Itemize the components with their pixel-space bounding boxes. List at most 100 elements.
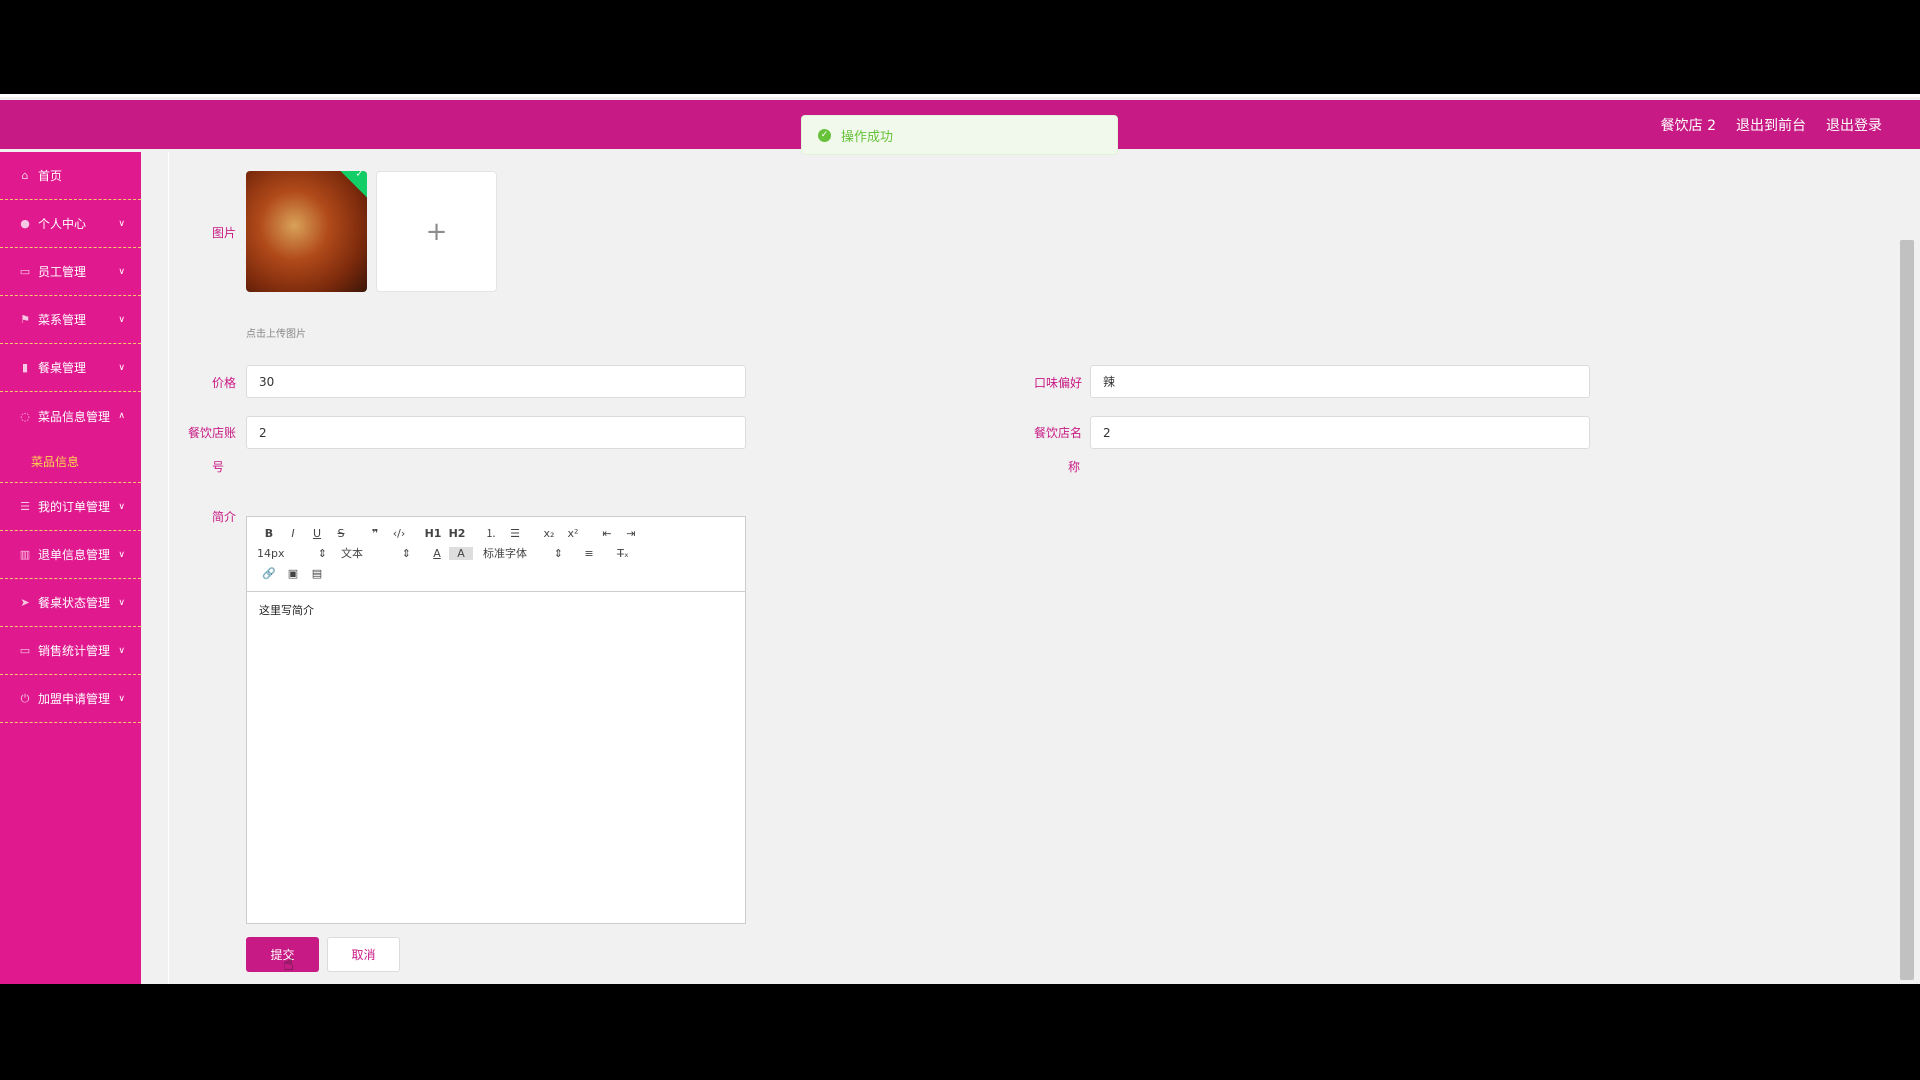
clipboard-icon: ▮: [21, 361, 29, 374]
header-2-icon[interactable]: H2: [445, 527, 469, 540]
font-size-select[interactable]: 14px ⇕: [257, 547, 327, 560]
chevron-down-icon: ∨: [118, 362, 125, 373]
letterbox-bottom: [0, 984, 1920, 1080]
strike-icon[interactable]: S: [329, 527, 353, 540]
sidebar-item-tables[interactable]: ▮ 餐桌管理 ∨: [0, 344, 141, 392]
cancel-button[interactable]: 取消: [327, 937, 400, 972]
superscript-icon[interactable]: x²: [561, 527, 585, 540]
link-icon[interactable]: 🔗: [257, 567, 281, 580]
sidebar-item-label: 个人中心: [38, 217, 87, 231]
sidebar-item-personal-center[interactable]: ● 个人中心 ∨: [0, 200, 141, 248]
chevron-up-icon: ∧: [118, 411, 125, 421]
video-icon[interactable]: ▤: [305, 567, 329, 580]
sidebar-item-label: 菜系管理: [38, 313, 87, 327]
chevron-down-icon: ∨: [118, 314, 125, 325]
sidebar-item-cuisine[interactable]: ⚑ 菜系管理 ∨: [0, 296, 141, 344]
sidebar-item-sales-stats[interactable]: ▭ 销售统计管理 ∨: [0, 627, 141, 675]
select-arrows-icon: ⇕: [317, 546, 327, 560]
bell-icon: ◌: [20, 409, 30, 423]
toolbar-row-3: 🔗 ▣ ▤: [257, 567, 329, 580]
sidebar-item-dish-info[interactable]: ◌ 菜品信息管理 ∧: [0, 392, 141, 440]
power-icon: ⏻: [20, 691, 30, 705]
underline-icon[interactable]: U: [305, 527, 329, 540]
chevron-down-icon: ∨: [118, 645, 125, 656]
sidebar-item-label: 餐桌管理: [38, 361, 87, 375]
italic-icon[interactable]: I: [281, 527, 305, 540]
shop-account-label: 餐饮店账: [187, 426, 236, 440]
toast-message: 操作成功: [841, 129, 894, 145]
bold-icon[interactable]: B: [257, 527, 281, 540]
shop-name-value: 2: [1103, 425, 1111, 440]
blockquote-icon[interactable]: ❞: [363, 527, 387, 540]
shop-name-input[interactable]: 2: [1090, 416, 1590, 449]
plus-icon: +: [425, 216, 448, 247]
sidebar-item-label: 销售统计管理: [38, 644, 111, 658]
text-style-select[interactable]: 文本 ⇕: [341, 545, 411, 561]
chevron-down-icon: ∨: [118, 266, 125, 277]
upload-success-badge: ✓: [339, 171, 367, 198]
text-style-value: 文本: [341, 547, 363, 560]
sidebar-item-my-orders[interactable]: ☰ 我的订单管理 ∨: [0, 483, 141, 531]
sidebar-item-table-status[interactable]: ➤ 餐桌状态管理 ∨: [0, 579, 141, 627]
indent-left-icon[interactable]: ⇤: [595, 527, 619, 540]
check-circle-icon: ✓: [818, 128, 831, 142]
editor-content[interactable]: 这里写简介: [247, 592, 745, 628]
sidebar: ⌂ 首页 ● 个人中心 ∨ ▭ 员工管理 ∨ ⚑ 菜系管理 ∨ ▮ 餐桌管理 ∨…: [0, 152, 141, 984]
card-icon: ▭: [19, 265, 31, 278]
sidebar-item-staff[interactable]: ▭ 员工管理 ∨: [0, 248, 141, 296]
subscript-icon[interactable]: x₂: [537, 527, 561, 540]
sidebar-item-label: 我的订单管理: [38, 500, 111, 514]
shop-name-label: 餐饮店名: [1033, 426, 1082, 440]
font-color-icon[interactable]: A: [425, 547, 449, 560]
toolbar-row-1: B I U S ❞ ‹/› H1 H2 ⒈ ☰ x₂ x² ⇤ ⇥: [257, 525, 643, 541]
taste-label: 口味偏好: [1033, 376, 1082, 390]
flag-icon: ⚑: [20, 313, 30, 326]
uploaded-dish-image[interactable]: ✓: [246, 171, 367, 292]
sidebar-item-label: 员工管理: [38, 265, 87, 279]
rich-text-editor[interactable]: B I U S ❞ ‹/› H1 H2 ⒈ ☰ x₂ x² ⇤ ⇥ 14px ⇕: [246, 516, 746, 924]
sidebar-item-refunds[interactable]: ▥ 退单信息管理 ∨: [0, 531, 141, 579]
add-image-button[interactable]: +: [376, 171, 497, 292]
chevron-down-icon: ∨: [118, 693, 125, 704]
price-value: 30: [259, 374, 275, 389]
indent-right-icon[interactable]: ⇥: [619, 527, 643, 540]
upload-tip: 点击上传图片: [246, 329, 306, 340]
shop-account-value: 2: [259, 425, 267, 440]
scrollbar-thumb[interactable]: [1900, 240, 1914, 980]
shop-account-input[interactable]: 2: [246, 416, 746, 449]
bullet-list-icon[interactable]: ☰: [503, 527, 527, 540]
sidebar-item-home[interactable]: ⌂ 首页: [0, 152, 141, 200]
code-block-icon[interactable]: ‹/›: [387, 527, 411, 540]
clear-format-icon[interactable]: T̶ₓ: [611, 547, 635, 560]
sidebar-item-label: 餐桌状态管理: [38, 596, 111, 610]
font-family-value: 标准字体: [483, 547, 527, 560]
hand-cursor-icon: ☝: [283, 954, 294, 975]
price-input[interactable]: 30: [246, 365, 746, 398]
taste-value: 辣: [1103, 375, 1116, 389]
image-icon[interactable]: ▣: [281, 567, 305, 580]
ordered-list-icon[interactable]: ⒈: [479, 525, 503, 541]
select-arrows-icon: ⇕: [553, 546, 563, 560]
header-1-icon[interactable]: H1: [421, 527, 445, 540]
font-family-select[interactable]: 标准字体 ⇕: [483, 545, 563, 561]
taste-input[interactable]: 辣: [1090, 365, 1590, 398]
success-toast: ✓ 操作成功: [801, 115, 1118, 155]
home-icon: ⌂: [21, 169, 29, 182]
sidebar-item-franchise[interactable]: ⏻ 加盟申请管理 ∨: [0, 675, 141, 723]
sidebar-subitem-dish-info[interactable]: 菜品信息: [0, 440, 141, 483]
sidebar-item-label: 加盟申请管理: [38, 692, 111, 706]
toolbar-row-2: 14px ⇕ 文本 ⇕ A A 标准字体 ⇕ ≡ T̶ₓ: [257, 545, 635, 561]
chevron-down-icon: ∨: [118, 218, 125, 229]
editor-toolbar: B I U S ❞ ‹/› H1 H2 ⒈ ☰ x₂ x² ⇤ ⇥ 14px ⇕: [247, 517, 745, 592]
exit-to-front-link[interactable]: 退出到前台: [1736, 115, 1806, 135]
chevron-down-icon: ∨: [118, 549, 125, 560]
select-arrows-icon: ⇕: [401, 546, 411, 560]
background-color-icon[interactable]: A: [449, 546, 473, 560]
app-root: 餐饮店 2 退出到前台 退出登录 ✓ 操作成功 ⌂ 首页 ● 个人中心 ∨ ▭ …: [0, 0, 1920, 1080]
shop-name-label-wrap: 称: [1067, 460, 1080, 474]
letterbox-top: [0, 0, 1920, 94]
align-icon[interactable]: ≡: [577, 547, 601, 560]
logout-link[interactable]: 退出登录: [1826, 115, 1882, 135]
price-label: 价格: [211, 376, 236, 390]
chevron-down-icon: ∨: [118, 597, 125, 608]
